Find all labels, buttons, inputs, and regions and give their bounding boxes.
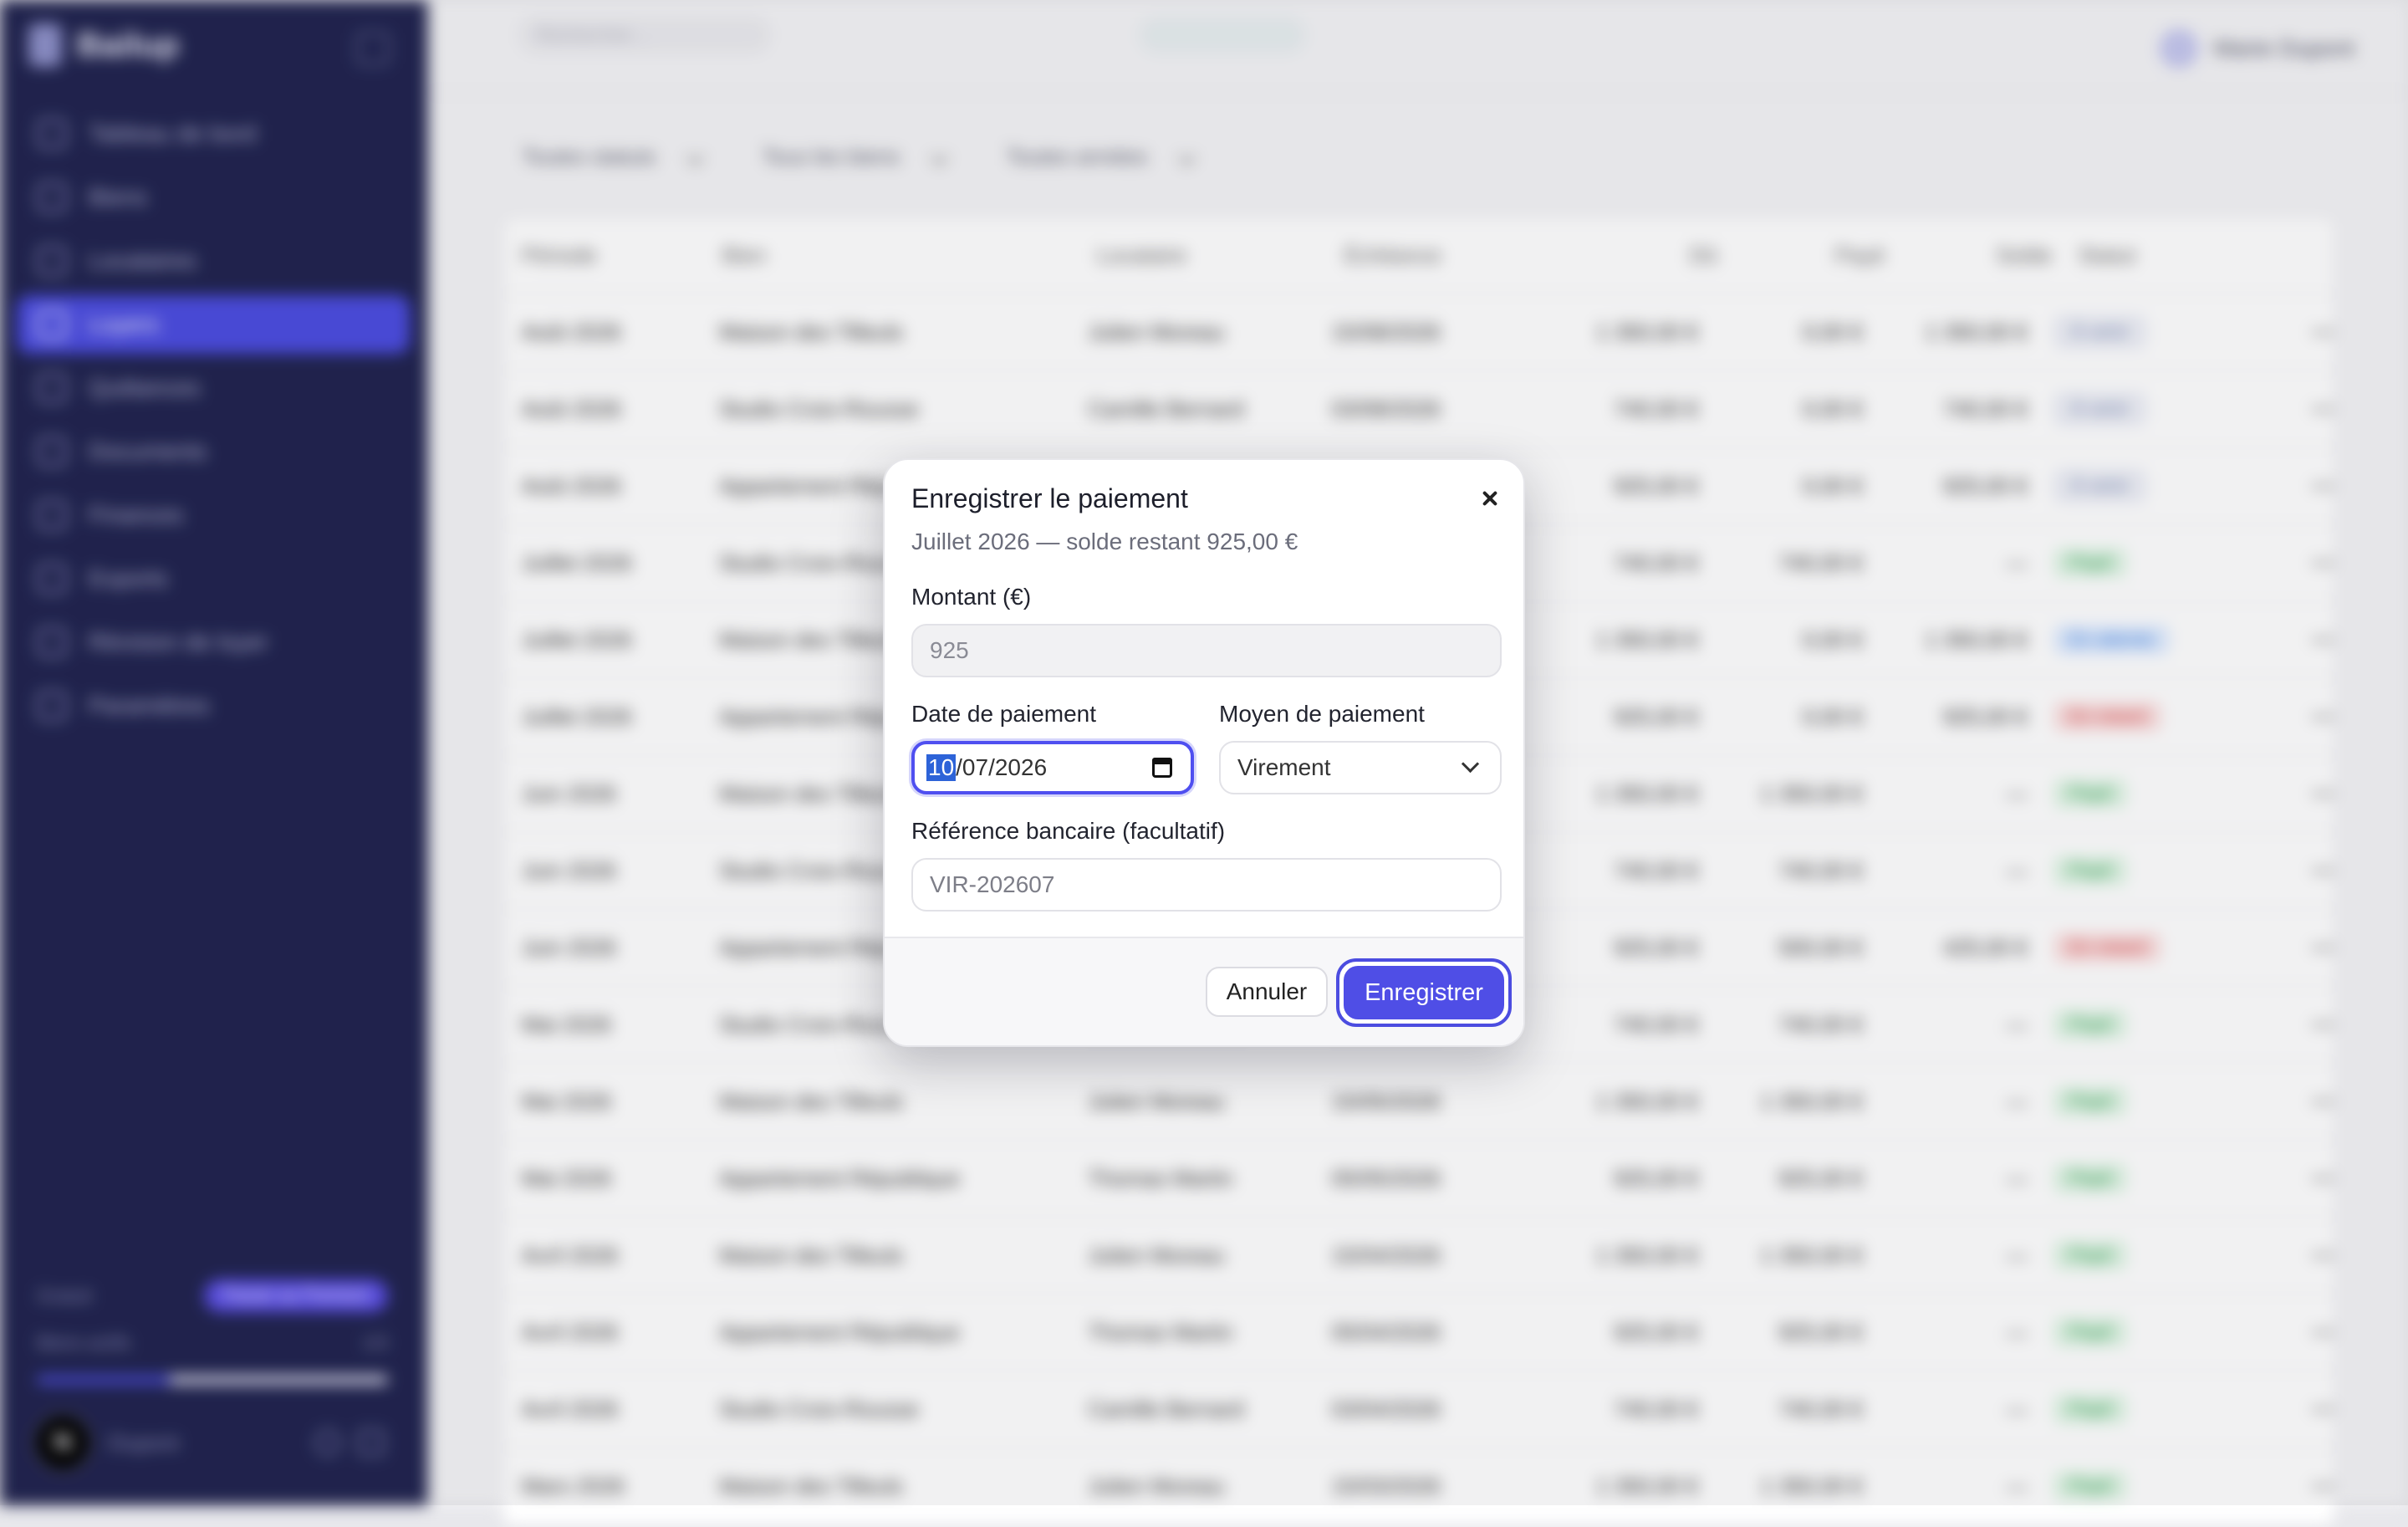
close-icon[interactable] — [1473, 482, 1507, 515]
save-button[interactable]: Enregistrer — [1336, 958, 1512, 1027]
calendar-icon[interactable] — [1152, 758, 1172, 778]
dialog-footer: Annuler Enregistrer — [885, 937, 1523, 1045]
dialog-subtitle: Juillet 2026 — solde restant 925,00 € — [911, 529, 1298, 554]
payment-date-field[interactable]: 10/07/2026 — [911, 741, 1194, 794]
amount-label: Montant (€) — [911, 584, 1032, 610]
payment-dialog: Enregistrer le paiement Juillet 2026 — s… — [883, 458, 1525, 1047]
date-label: Date de paiement — [911, 701, 1097, 727]
date-day-segment[interactable]: 10 — [926, 754, 957, 781]
date-rest[interactable]: /07/2026 — [956, 754, 1047, 781]
payment-method-select[interactable]: Virement — [1219, 741, 1502, 794]
reference-input[interactable]: VIR-202607 — [911, 858, 1502, 912]
reference-label: Référence bancaire (facultatif) — [911, 818, 1226, 844]
save-button-label: Enregistrer — [1344, 966, 1504, 1019]
method-value: Virement — [1237, 754, 1331, 780]
method-label: Moyen de paiement — [1219, 701, 1425, 727]
amount-field[interactable]: 925 — [911, 624, 1502, 677]
reference-placeholder: VIR-202607 — [930, 871, 1055, 897]
cancel-button[interactable]: Annuler — [1206, 967, 1328, 1017]
dialog-title: Enregistrer le paiement — [911, 483, 1188, 513]
chevron-down-icon — [1461, 754, 1480, 774]
amount-value: 925 — [930, 637, 969, 663]
